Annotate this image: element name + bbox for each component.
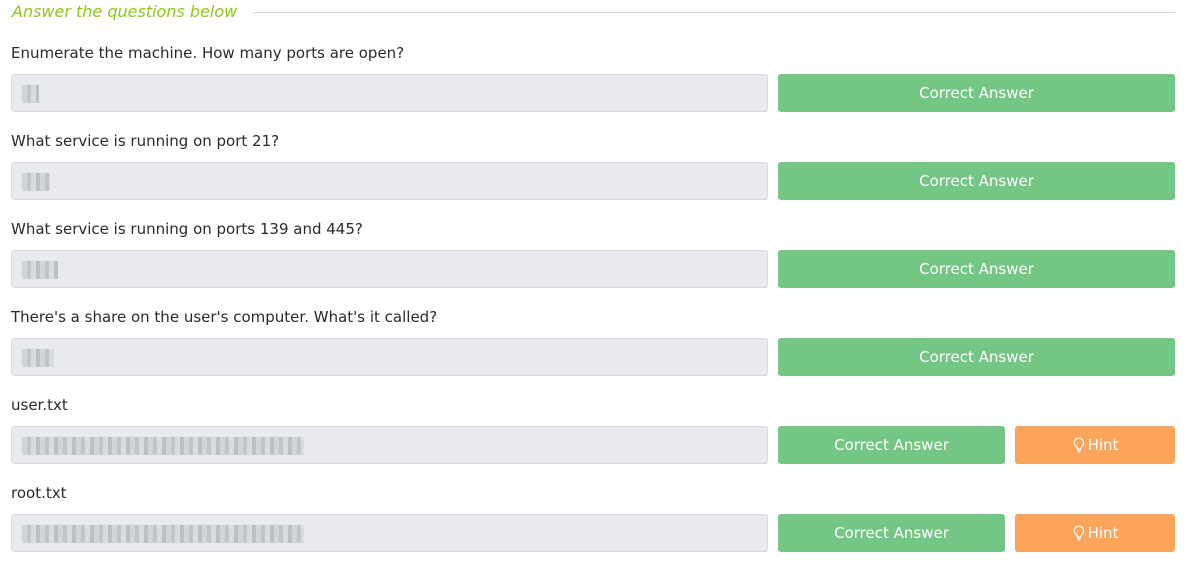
question-text: user.txt	[11, 396, 68, 414]
answer-row: Correct Answer	[11, 162, 1175, 200]
correct-answer-button[interactable]: Correct Answer	[778, 338, 1175, 376]
hint-button[interactable]: Hint	[1015, 426, 1175, 464]
section-title: Answer the questions below	[12, 2, 238, 21]
question-block: What service is running on port 21? Corr…	[11, 131, 1175, 200]
answer-field[interactable]	[11, 74, 768, 112]
answer-row: Correct Answer Hint	[11, 426, 1175, 464]
question-block: There's a share on the user's computer. …	[11, 307, 1175, 376]
question-text: What service is running on port 21?	[11, 132, 280, 150]
redacted-answer	[22, 437, 304, 455]
question-block: Enumerate the machine. How many ports ar…	[11, 43, 1175, 112]
question-text: root.txt	[11, 484, 67, 502]
question-block: root.txt Correct Answer Hint	[11, 483, 1175, 552]
correct-answer-button[interactable]: Correct Answer	[778, 250, 1175, 288]
question-text: Enumerate the machine. How many ports ar…	[11, 44, 405, 62]
hint-label: Hint	[1087, 524, 1119, 542]
hint-button[interactable]: Hint	[1015, 514, 1175, 552]
hint-label: Hint	[1087, 436, 1119, 454]
correct-answer-button[interactable]: Correct Answer	[778, 74, 1175, 112]
answer-row: Correct Answer	[11, 74, 1175, 112]
question-block: What service is running on ports 139 and…	[11, 219, 1175, 288]
redacted-answer	[22, 85, 39, 103]
answer-field[interactable]	[11, 426, 768, 464]
question-text: What service is running on ports 139 and…	[11, 220, 363, 238]
lightbulb-icon	[1073, 525, 1084, 541]
correct-answer-button[interactable]: Correct Answer	[778, 426, 1005, 464]
redacted-answer	[22, 261, 58, 279]
question-block: user.txt Correct Answer Hint	[11, 395, 1175, 464]
section-header: Answer the questions below	[12, 0, 1175, 24]
answer-field[interactable]	[11, 514, 768, 552]
redacted-answer	[22, 349, 54, 367]
answer-row: Correct Answer	[11, 338, 1175, 376]
answer-field[interactable]	[11, 250, 768, 288]
redacted-answer	[22, 525, 304, 543]
answer-row: Correct Answer	[11, 250, 1175, 288]
question-text: There's a share on the user's computer. …	[11, 308, 438, 326]
divider	[253, 11, 1175, 13]
redacted-answer	[22, 173, 50, 191]
answer-field[interactable]	[11, 338, 768, 376]
answer-row: Correct Answer Hint	[11, 514, 1175, 552]
lightbulb-icon	[1073, 437, 1084, 453]
correct-answer-button[interactable]: Correct Answer	[778, 514, 1005, 552]
answer-field[interactable]	[11, 162, 768, 200]
correct-answer-button[interactable]: Correct Answer	[778, 162, 1175, 200]
